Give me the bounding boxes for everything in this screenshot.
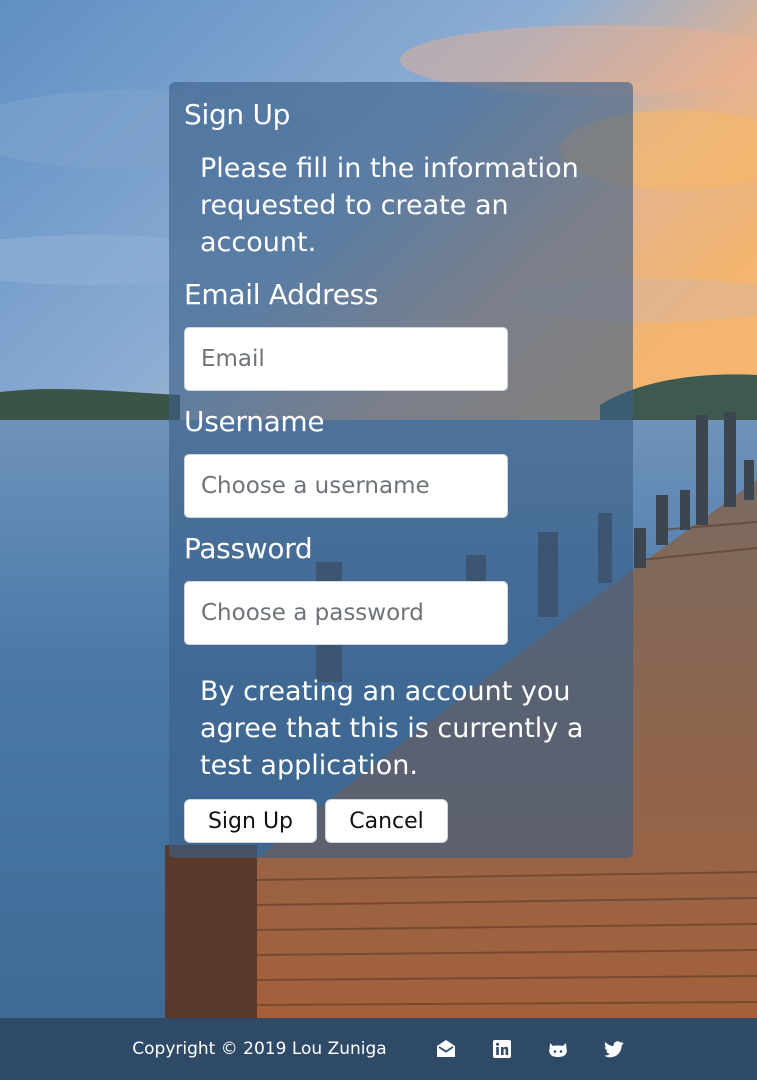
github-icon[interactable] <box>547 1038 569 1060</box>
username-label: Username <box>184 405 325 438</box>
signup-card: Sign Up Please fill in the information r… <box>169 82 633 858</box>
cancel-button[interactable]: Cancel <box>325 799 448 843</box>
page-title: Sign Up <box>184 98 291 131</box>
twitter-icon[interactable] <box>603 1038 625 1060</box>
password-label: Password <box>184 532 313 565</box>
sign-up-button[interactable]: Sign Up <box>184 799 317 843</box>
terms-text: By creating an account you agree that th… <box>200 676 584 781</box>
signup-intro-text: Please fill in the information requested… <box>200 153 579 258</box>
username-input[interactable] <box>184 454 508 518</box>
password-input[interactable] <box>184 581 508 645</box>
email-label: Email Address <box>184 278 379 311</box>
copyright-text: Copyright © 2019 Lou Zuniga <box>132 1039 387 1059</box>
footer: Copyright © 2019 Lou Zuniga <box>0 1018 757 1080</box>
email-input[interactable] <box>184 327 508 391</box>
envelope-open-icon[interactable] <box>435 1038 457 1060</box>
linkedin-icon[interactable] <box>491 1038 513 1060</box>
